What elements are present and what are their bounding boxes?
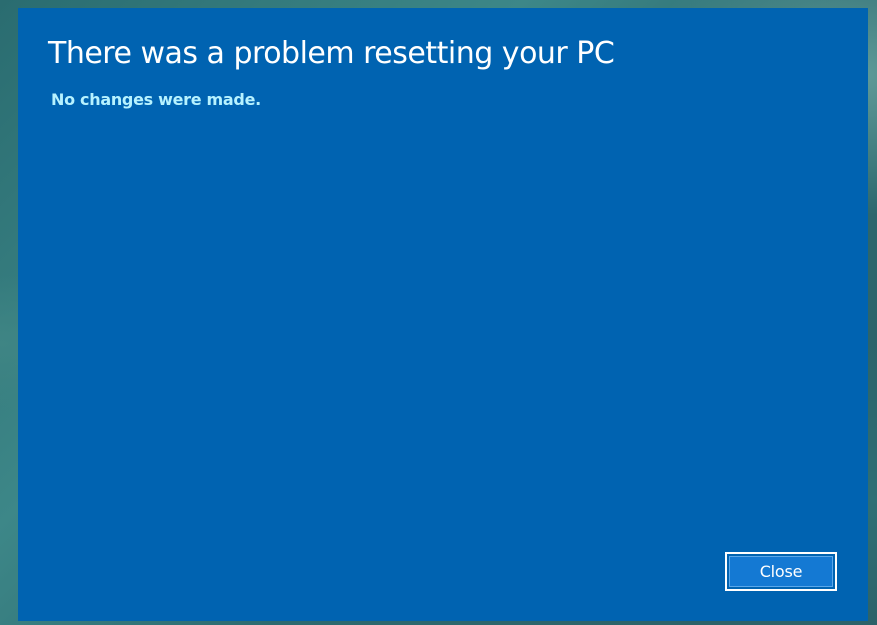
- dialog-message: No changes were made.: [51, 90, 261, 109]
- close-button-label: Close: [729, 556, 833, 587]
- close-button[interactable]: Close: [725, 552, 837, 591]
- dialog-title: There was a problem resetting your PC: [48, 36, 615, 71]
- reset-error-dialog: There was a problem resetting your PC No…: [18, 8, 868, 621]
